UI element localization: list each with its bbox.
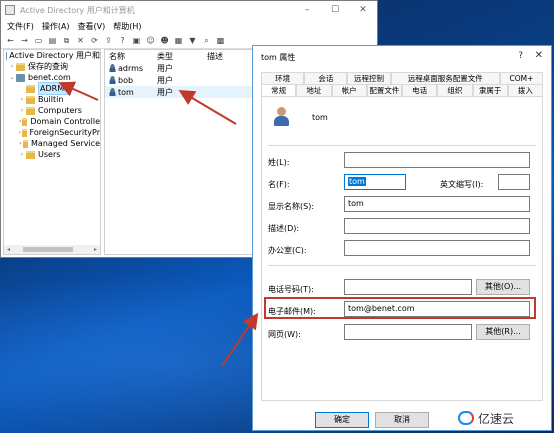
watermark-logo-icon [458, 411, 474, 425]
watermark-text: 亿速云 [478, 411, 515, 426]
arrow-to-tom [178, 89, 237, 125]
arrow-to-email [221, 312, 259, 367]
watermark: 亿速云 [454, 407, 550, 429]
annotation-arrows [58, 81, 259, 367]
arrow-to-adrms [58, 81, 99, 101]
